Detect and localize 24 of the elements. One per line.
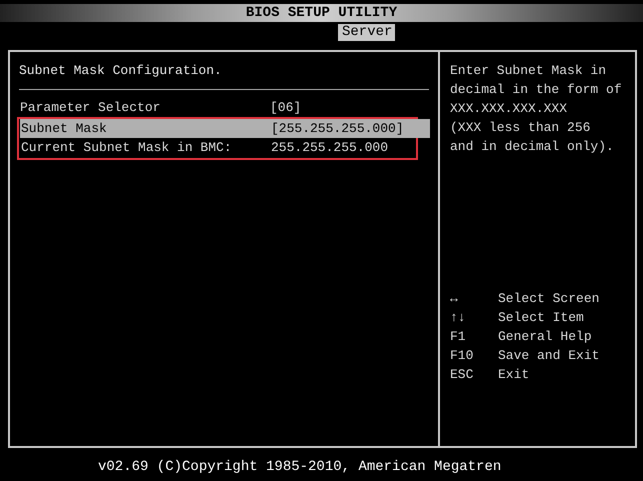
setting-value: [06] [270, 99, 302, 117]
setting-label: Subnet Mask [21, 120, 108, 138]
key-action: Exit [498, 366, 530, 384]
setting-row[interactable]: Current Subnet Mask in BMC: 255.255.255.000 [20, 138, 430, 157]
setting-label: Current Subnet Mask in BMC: [21, 139, 233, 157]
key-label: F1 [450, 328, 467, 346]
key-action: Save and Exit [498, 347, 600, 365]
selected-row[interactable]: Subnet Mask [255.255.255.000] [20, 119, 430, 138]
key-label: ↔ [450, 290, 459, 308]
window-title: BIOS SETUP UTILITY [246, 5, 398, 21]
setting-value: [255.255.255.000] [271, 120, 404, 138]
section-heading: Subnet Mask Configuration. [19, 62, 223, 80]
copyright-text: v02.69 (C)Copyright 1985-2010, American Megatren [98, 459, 502, 475]
setting-label: Parameter Selector [20, 99, 162, 117]
key-label: ESC [450, 366, 474, 384]
key-action: Select Screen [498, 290, 600, 308]
setting-row[interactable]: Parameter Selector [06] [19, 98, 429, 117]
tab[interactable]: Server [338, 24, 395, 41]
key-label: F10 [450, 347, 474, 365]
help-text: Enter Subnet Mask in decimal in the form of XXX.XXX.XXX.XXX (XXX less than 256 and in decimal only). [450, 62, 623, 156]
setting-value: 255.255.255.000 [271, 139, 388, 157]
key-label: ↑↓ [450, 309, 467, 327]
key-action: Select Item [498, 309, 584, 327]
key-action: General Help [498, 328, 592, 346]
